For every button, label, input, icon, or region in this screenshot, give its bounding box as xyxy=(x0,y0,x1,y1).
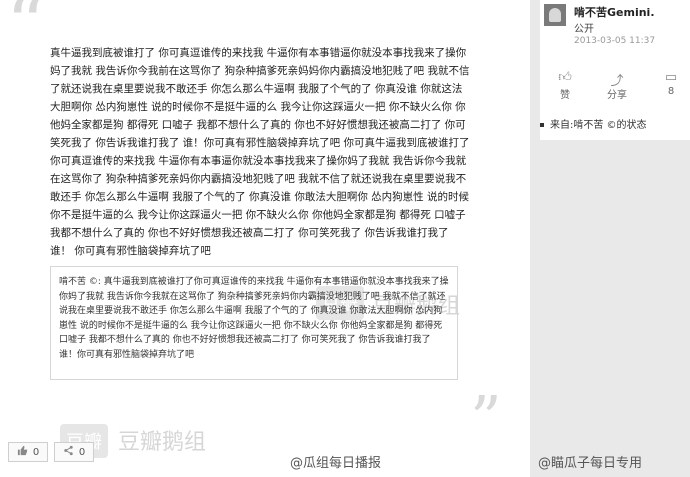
credit-left: @瓜组每日播报 xyxy=(290,456,382,471)
comment-count: 8 xyxy=(667,86,675,97)
close-quote-icon: ” xyxy=(470,382,502,455)
action-buttons: 0 0 xyxy=(8,442,94,462)
sidebar-card: 啃不苦Gemini. 公开 2013-03-05 11:37 👍︎ 赞 ⤴ 分享… xyxy=(540,0,690,140)
status-text: 真牛逼我到底被谁打了 你可真逗谁传的来找我 牛逼你有本事错逼你就没本事找我来了操… xyxy=(50,47,470,257)
repost-box[interactable]: 啃不苦 ©: 真牛逼我到底被谁打了你可真逗谁传的来找我 牛逼你有本事错逼你就没本… xyxy=(50,266,458,380)
like-button[interactable]: 0 xyxy=(8,442,48,462)
comment-action[interactable]: ▭ 8 xyxy=(656,70,686,97)
watermark-site-2: 豆瓣鹅组 xyxy=(118,430,207,455)
comment-icon: ▭ xyxy=(664,70,678,85)
open-quote-icon: “ xyxy=(6,0,46,70)
bullet-icon xyxy=(540,123,544,127)
share-action[interactable]: ⤴ 分享 xyxy=(602,70,632,101)
avatar[interactable] xyxy=(544,4,566,26)
share-button[interactable]: 0 xyxy=(54,442,94,462)
like-action[interactable]: 👍︎ 赞 xyxy=(550,70,580,101)
share-icon: ⤴ xyxy=(610,74,624,89)
source-link[interactable]: 来自:啃不苦 ©的状态 xyxy=(540,116,647,131)
visibility-label: 公开 xyxy=(574,24,594,35)
source-text: 来自:啃不苦 ©的状态 xyxy=(550,120,647,131)
like-action-label: 赞 xyxy=(560,90,570,101)
share-count: 0 xyxy=(78,446,86,458)
share-icon xyxy=(63,445,74,459)
status-card: “ 真牛逼我到底被谁打了 你可真逗谁传的来找我 牛逼你有本事错逼你就没本事找我来… xyxy=(0,0,530,477)
thumb-up-icon xyxy=(17,445,28,459)
repost-text: 啃不苦 ©: 真牛逼我到底被谁打了你可真逗谁传的来找我 牛逼你有本事错逼你就没本… xyxy=(59,277,449,360)
thumb-up-icon: 👍︎ xyxy=(558,70,572,85)
post-date: 2013-03-05 11:37 xyxy=(574,36,656,46)
credit-right: @瞄瓜子每日专用 xyxy=(538,456,643,471)
like-count: 0 xyxy=(32,446,40,458)
share-action-label: 分享 xyxy=(607,90,627,101)
username-link[interactable]: 啃不苦Gemini. xyxy=(574,4,655,20)
